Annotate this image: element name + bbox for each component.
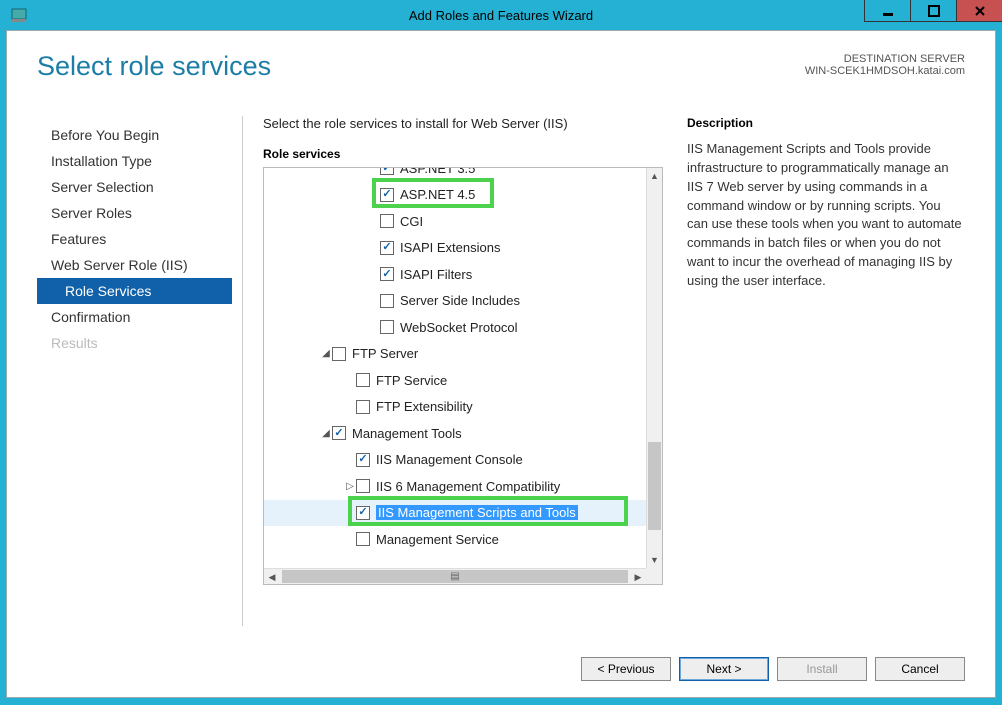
checkbox[interactable] xyxy=(356,453,370,467)
nav-item-web-server-role-iis-[interactable]: Web Server Role (IIS) xyxy=(37,252,232,278)
tree-row[interactable]: ISAPI Extensions xyxy=(264,235,646,262)
description-title: Description xyxy=(687,116,965,130)
tree-item-label: IIS 6 Management Compatibility xyxy=(376,479,560,494)
tree-row[interactable]: WebSocket Protocol xyxy=(264,314,646,341)
tree-item-label: FTP Extensibility xyxy=(376,399,473,414)
tree-item-label: WebSocket Protocol xyxy=(400,320,518,335)
scroll-left-button[interactable]: ◀ xyxy=(264,569,280,585)
wizard-nav: Before You BeginInstallation TypeServer … xyxy=(37,116,232,626)
role-services-tree[interactable]: ASP.NET 3.5 ASP.NET 4.5 CGI ISAPI Extension… xyxy=(264,168,646,568)
next-button[interactable]: Next > xyxy=(679,657,769,681)
close-button[interactable] xyxy=(956,0,1002,22)
nav-item-server-roles[interactable]: Server Roles xyxy=(37,200,232,226)
nav-item-before-you-begin[interactable]: Before You Begin xyxy=(37,122,232,148)
vertical-scroll-track[interactable] xyxy=(647,184,662,552)
destination-server-value: WIN-SCEK1HMDSOH.katai.com xyxy=(805,65,965,77)
checkbox[interactable] xyxy=(356,532,370,546)
expand-icon[interactable]: ▷ xyxy=(344,481,356,492)
tree-row[interactable]: IIS Management Console xyxy=(264,447,646,474)
tree-item-label: Server Side Includes xyxy=(400,293,520,308)
checkbox[interactable] xyxy=(380,188,394,202)
nav-item-server-selection[interactable]: Server Selection xyxy=(37,174,232,200)
app-icon xyxy=(10,6,28,24)
tree-item-label: ASP.NET 4.5 xyxy=(400,187,475,202)
tree-row[interactable]: FTP Extensibility xyxy=(264,394,646,421)
nav-item-confirmation[interactable]: Confirmation xyxy=(37,304,232,330)
cancel-button[interactable]: Cancel xyxy=(875,657,965,681)
role-services-tree-container: ASP.NET 3.5 ASP.NET 4.5 CGI ISAPI Extension… xyxy=(263,167,663,585)
tree-item-label: ASP.NET 3.5 xyxy=(400,168,475,176)
nav-item-results: Results xyxy=(37,330,232,356)
tree-row[interactable]: IIS Management Scripts and Tools xyxy=(264,500,646,527)
tree-item-label: IIS Management Scripts and Tools xyxy=(376,505,578,520)
checkbox[interactable] xyxy=(380,214,394,228)
collapse-icon[interactable]: ◢ xyxy=(320,428,332,439)
maximize-button[interactable] xyxy=(910,0,956,22)
window-body: Select role services DESTINATION SERVER … xyxy=(6,30,996,698)
scroll-up-button[interactable]: ▲ xyxy=(647,168,662,184)
tree-row[interactable]: ◢ FTP Server xyxy=(264,341,646,368)
destination-server: DESTINATION SERVER WIN-SCEK1HMDSOH.katai… xyxy=(805,53,965,77)
tree-row[interactable]: Server Side Includes xyxy=(264,288,646,315)
tree-row[interactable]: ISAPI Filters xyxy=(264,261,646,288)
checkbox[interactable] xyxy=(332,347,346,361)
instruction-text: Select the role services to install for … xyxy=(263,116,663,131)
titlebar[interactable]: Add Roles and Features Wizard xyxy=(0,0,1002,30)
scrollbar-corner xyxy=(646,568,662,584)
tree-item-label: Management Service xyxy=(376,532,499,547)
checkbox[interactable] xyxy=(356,506,370,520)
tree-item-label: FTP Server xyxy=(352,346,418,361)
tree-row[interactable]: ASP.NET 4.5 xyxy=(264,182,646,209)
checkbox[interactable] xyxy=(380,294,394,308)
collapse-icon[interactable]: ◢ xyxy=(320,348,332,359)
checkbox[interactable] xyxy=(380,320,394,334)
nav-item-features[interactable]: Features xyxy=(37,226,232,252)
tree-item-label: Management Tools xyxy=(352,426,462,441)
destination-server-label: DESTINATION SERVER xyxy=(805,53,965,65)
tree-row[interactable]: ◢ Management Tools xyxy=(264,420,646,447)
tree-row[interactable]: Management Service xyxy=(264,526,646,553)
tree-item-label: ISAPI Filters xyxy=(400,267,472,282)
description-text: IIS Management Scripts and Tools provide… xyxy=(687,140,965,291)
checkbox[interactable] xyxy=(332,426,346,440)
checkbox[interactable] xyxy=(380,168,394,175)
vertical-scrollbar[interactable]: ▲ ▼ xyxy=(646,168,662,568)
horizontal-scrollbar[interactable]: ◀ ▤ ▶ xyxy=(264,568,646,584)
tree-item-label: IIS Management Console xyxy=(376,452,523,467)
tree-item-label: CGI xyxy=(400,214,423,229)
nav-divider xyxy=(242,116,243,626)
checkbox[interactable] xyxy=(356,479,370,493)
window-title: Add Roles and Features Wizard xyxy=(0,8,1002,23)
tree-item-label: ISAPI Extensions xyxy=(400,240,500,255)
tree-row[interactable]: ASP.NET 3.5 xyxy=(264,168,646,182)
tree-row[interactable]: FTP Service xyxy=(264,367,646,394)
checkbox[interactable] xyxy=(356,373,370,387)
vertical-scroll-thumb[interactable] xyxy=(648,442,661,530)
nav-item-role-services[interactable]: Role Services xyxy=(37,278,232,304)
horizontal-scroll-thumb[interactable]: ▤ xyxy=(282,570,628,583)
minimize-button[interactable] xyxy=(864,0,910,22)
tree-row[interactable]: CGI xyxy=(264,208,646,235)
checkbox[interactable] xyxy=(380,267,394,281)
scroll-right-button[interactable]: ▶ xyxy=(630,569,646,585)
checkbox[interactable] xyxy=(356,400,370,414)
nav-item-installation-type[interactable]: Installation Type xyxy=(37,148,232,174)
scroll-down-button[interactable]: ▼ xyxy=(647,552,662,568)
tree-item-label: FTP Service xyxy=(376,373,447,388)
tree-row[interactable]: ▷ IIS 6 Management Compatibility xyxy=(264,473,646,500)
install-button[interactable]: Install xyxy=(777,657,867,681)
checkbox[interactable] xyxy=(380,241,394,255)
role-services-label: Role services xyxy=(263,147,663,161)
wizard-button-row: < Previous Next > Install Cancel xyxy=(581,657,965,681)
previous-button[interactable]: < Previous xyxy=(581,657,671,681)
